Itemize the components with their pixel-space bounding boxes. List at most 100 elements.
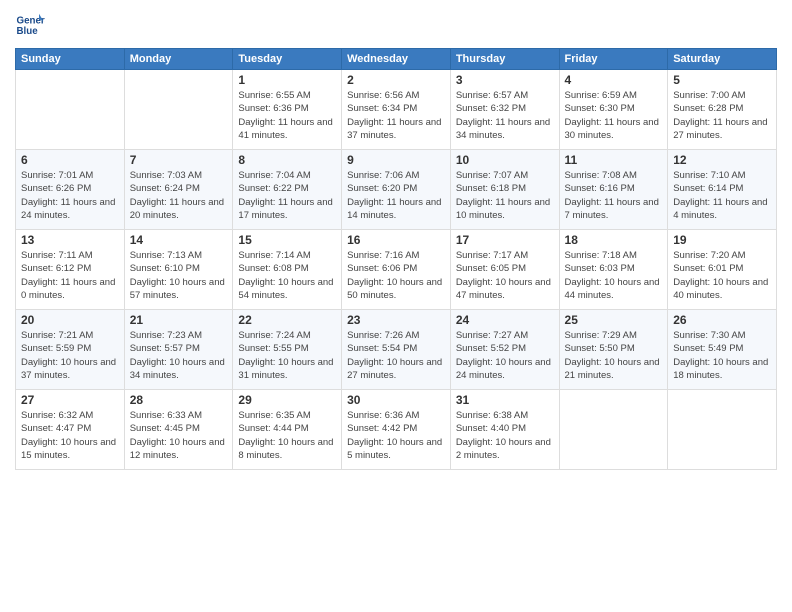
calendar-cell: 5 Sunrise: 7:00 AM Sunset: 6:28 PM Daylig… (668, 70, 777, 150)
day-info: Sunrise: 6:56 AM Sunset: 6:34 PM Dayligh… (347, 89, 445, 142)
calendar-cell: 10 Sunrise: 7:07 AM Sunset: 6:18 PM Dayli… (450, 150, 559, 230)
day-info: Sunrise: 7:29 AM Sunset: 5:50 PM Dayligh… (565, 329, 663, 382)
day-info: Sunrise: 6:35 AM Sunset: 4:44 PM Dayligh… (238, 409, 336, 462)
day-info: Sunrise: 7:01 AM Sunset: 6:26 PM Dayligh… (21, 169, 119, 222)
day-info: Sunrise: 7:04 AM Sunset: 6:22 PM Dayligh… (238, 169, 336, 222)
day-number: 2 (347, 73, 445, 87)
day-info: Sunrise: 6:57 AM Sunset: 6:32 PM Dayligh… (456, 89, 554, 142)
day-of-week-header: Sunday (16, 49, 125, 70)
day-of-week-header: Tuesday (233, 49, 342, 70)
day-info: Sunrise: 7:08 AM Sunset: 6:16 PM Dayligh… (565, 169, 663, 222)
day-number: 26 (673, 313, 771, 327)
day-info: Sunrise: 7:03 AM Sunset: 6:24 PM Dayligh… (130, 169, 228, 222)
day-info: Sunrise: 6:32 AM Sunset: 4:47 PM Dayligh… (21, 409, 119, 462)
day-number: 21 (130, 313, 228, 327)
day-number: 8 (238, 153, 336, 167)
header: General Blue (15, 10, 777, 40)
day-info: Sunrise: 7:10 AM Sunset: 6:14 PM Dayligh… (673, 169, 771, 222)
svg-text:Blue: Blue (17, 26, 39, 37)
calendar-cell: 9 Sunrise: 7:06 AM Sunset: 6:20 PM Daylig… (342, 150, 451, 230)
calendar-cell: 17 Sunrise: 7:17 AM Sunset: 6:05 PM Dayli… (450, 230, 559, 310)
day-number: 16 (347, 233, 445, 247)
calendar-cell: 2 Sunrise: 6:56 AM Sunset: 6:34 PM Daylig… (342, 70, 451, 150)
day-number: 18 (565, 233, 663, 247)
calendar-week-row: 20Sunrise: 7:21 AM Sunset: 5:59 PM Dayli… (16, 310, 777, 390)
day-info: Sunrise: 7:27 AM Sunset: 5:52 PM Dayligh… (456, 329, 554, 382)
days-header-row: SundayMondayTuesdayWednesdayThursdayFrid… (16, 49, 777, 70)
day-info: Sunrise: 6:33 AM Sunset: 4:45 PM Dayligh… (130, 409, 228, 462)
day-number: 5 (673, 73, 771, 87)
calendar-cell: 20Sunrise: 7:21 AM Sunset: 5:59 PM Dayli… (16, 310, 125, 390)
day-info: Sunrise: 7:30 AM Sunset: 5:49 PM Dayligh… (673, 329, 771, 382)
calendar-cell (16, 70, 125, 150)
calendar-cell: 28Sunrise: 6:33 AM Sunset: 4:45 PM Dayli… (124, 390, 233, 470)
calendar-cell: 3Sunrise: 6:57 AM Sunset: 6:32 PM Daylig… (450, 70, 559, 150)
logo-icon: General Blue (15, 10, 45, 40)
day-number: 11 (565, 153, 663, 167)
day-info: Sunrise: 7:18 AM Sunset: 6:03 PM Dayligh… (565, 249, 663, 302)
calendar-week-row: 13 Sunrise: 7:11 AM Sunset: 6:12 PM Dayli… (16, 230, 777, 310)
day-number: 22 (238, 313, 336, 327)
calendar-cell: 21 Sunrise: 7:23 AM Sunset: 5:57 PM Dayli… (124, 310, 233, 390)
calendar-table: SundayMondayTuesdayWednesdayThursdayFrid… (15, 48, 777, 470)
calendar-cell: 24Sunrise: 7:27 AM Sunset: 5:52 PM Dayli… (450, 310, 559, 390)
day-number: 12 (673, 153, 771, 167)
day-info: Sunrise: 6:59 AM Sunset: 6:30 PM Dayligh… (565, 89, 663, 142)
calendar-week-row: 1Sunrise: 6:55 AM Sunset: 6:36 PM Daylig… (16, 70, 777, 150)
day-info: Sunrise: 7:00 AM Sunset: 6:28 PM Dayligh… (673, 89, 771, 142)
day-info: Sunrise: 7:20 AM Sunset: 6:01 PM Dayligh… (673, 249, 771, 302)
calendar-cell: 22Sunrise: 7:24 AM Sunset: 5:55 PM Dayli… (233, 310, 342, 390)
day-info: Sunrise: 7:17 AM Sunset: 6:05 PM Dayligh… (456, 249, 554, 302)
day-number: 25 (565, 313, 663, 327)
day-number: 29 (238, 393, 336, 407)
calendar-cell: 12 Sunrise: 7:10 AM Sunset: 6:14 PM Dayli… (668, 150, 777, 230)
day-of-week-header: Friday (559, 49, 668, 70)
calendar-cell (559, 390, 668, 470)
calendar-body: 1Sunrise: 6:55 AM Sunset: 6:36 PM Daylig… (16, 70, 777, 470)
calendar-cell: 29 Sunrise: 6:35 AM Sunset: 4:44 PM Dayli… (233, 390, 342, 470)
logo: General Blue (15, 10, 45, 40)
calendar-week-row: 27 Sunrise: 6:32 AM Sunset: 4:47 PM Dayli… (16, 390, 777, 470)
day-number: 23 (347, 313, 445, 327)
calendar-cell: 4 Sunrise: 6:59 AM Sunset: 6:30 PM Daylig… (559, 70, 668, 150)
calendar-cell: 26 Sunrise: 7:30 AM Sunset: 5:49 PM Dayli… (668, 310, 777, 390)
day-number: 14 (130, 233, 228, 247)
day-info: Sunrise: 7:23 AM Sunset: 5:57 PM Dayligh… (130, 329, 228, 382)
calendar-cell: 11 Sunrise: 7:08 AM Sunset: 6:16 PM Dayli… (559, 150, 668, 230)
day-of-week-header: Thursday (450, 49, 559, 70)
calendar-week-row: 6 Sunrise: 7:01 AM Sunset: 6:26 PM Daylig… (16, 150, 777, 230)
day-info: Sunrise: 6:38 AM Sunset: 4:40 PM Dayligh… (456, 409, 554, 462)
calendar-cell: 8 Sunrise: 7:04 AM Sunset: 6:22 PM Daylig… (233, 150, 342, 230)
page: General Blue SundayMondayTuesdayWednesda… (0, 0, 792, 612)
calendar-cell: 25 Sunrise: 7:29 AM Sunset: 5:50 PM Dayli… (559, 310, 668, 390)
calendar-cell: 6 Sunrise: 7:01 AM Sunset: 6:26 PM Daylig… (16, 150, 125, 230)
calendar-cell: 7 Sunrise: 7:03 AM Sunset: 6:24 PM Daylig… (124, 150, 233, 230)
day-info: Sunrise: 7:07 AM Sunset: 6:18 PM Dayligh… (456, 169, 554, 222)
calendar-cell: 13 Sunrise: 7:11 AM Sunset: 6:12 PM Dayli… (16, 230, 125, 310)
day-number: 6 (21, 153, 119, 167)
day-number: 7 (130, 153, 228, 167)
day-number: 20 (21, 313, 119, 327)
day-info: Sunrise: 7:06 AM Sunset: 6:20 PM Dayligh… (347, 169, 445, 222)
day-number: 17 (456, 233, 554, 247)
calendar-cell: 1Sunrise: 6:55 AM Sunset: 6:36 PM Daylig… (233, 70, 342, 150)
day-number: 4 (565, 73, 663, 87)
day-info: Sunrise: 7:26 AM Sunset: 5:54 PM Dayligh… (347, 329, 445, 382)
day-number: 10 (456, 153, 554, 167)
day-number: 13 (21, 233, 119, 247)
day-number: 27 (21, 393, 119, 407)
calendar-cell: 27 Sunrise: 6:32 AM Sunset: 4:47 PM Dayli… (16, 390, 125, 470)
day-number: 9 (347, 153, 445, 167)
day-number: 19 (673, 233, 771, 247)
day-number: 30 (347, 393, 445, 407)
day-info: Sunrise: 7:13 AM Sunset: 6:10 PM Dayligh… (130, 249, 228, 302)
day-of-week-header: Wednesday (342, 49, 451, 70)
day-of-week-header: Monday (124, 49, 233, 70)
day-number: 1 (238, 73, 336, 87)
day-number: 31 (456, 393, 554, 407)
day-info: Sunrise: 7:11 AM Sunset: 6:12 PM Dayligh… (21, 249, 119, 302)
calendar-cell: 18 Sunrise: 7:18 AM Sunset: 6:03 PM Dayli… (559, 230, 668, 310)
calendar-cell: 31 Sunrise: 6:38 AM Sunset: 4:40 PM Dayli… (450, 390, 559, 470)
calendar-cell (124, 70, 233, 150)
calendar-cell: 30Sunrise: 6:36 AM Sunset: 4:42 PM Dayli… (342, 390, 451, 470)
